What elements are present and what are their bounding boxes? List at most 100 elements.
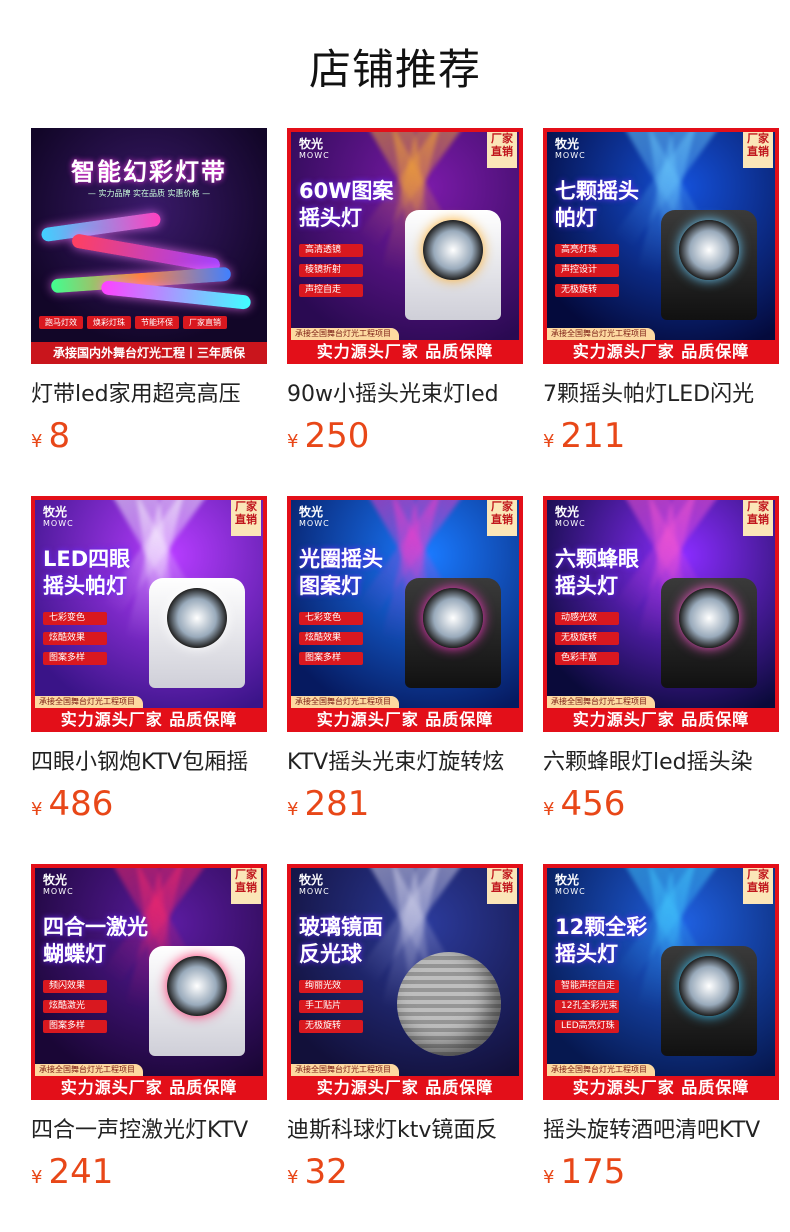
image-subline: — 实力品牌 实在品质 实惠价格 — (87, 189, 211, 198)
feature-tag: 动感光效 (555, 612, 619, 625)
product-card[interactable]: 牧光 MOWC 厂家直销 六颗蜂眼 摇头灯 动感光效 无极旋转 色彩丰富 承接全国舞台灯光工程… (543, 496, 779, 824)
product-image[interactable]: 牧光 MOWC 厂家直销 七颗摇头 帕灯 高亮灯珠 声控设计 无极旋转 承接全国舞台灯光工程项… (543, 128, 779, 364)
brand-logo: 牧光 MOWC (43, 873, 74, 896)
product-price: ¥175 (543, 1152, 779, 1192)
product-card[interactable]: 牧光 MOWC 厂家直销 60W图案 摇头灯 高清透镜 棱镜折射 声控自走 承接全国舞台灯光工… (287, 128, 523, 456)
product-card[interactable]: 牧光 MOWC 厂家直销 七颗摇头 帕灯 高亮灯珠 声控设计 无极旋转 承接全国舞台灯光工程项… (543, 128, 779, 456)
image-product-title: 12颗全彩 摇头灯 (555, 915, 648, 966)
feature-tag: 七彩变色 (43, 612, 107, 625)
feature-tag: 焕彩灯珠 (87, 316, 131, 329)
product-image[interactable]: 牧光 MOWC 厂家直销 12颗全彩 摇头灯 智能声控自走 12孔全彩光束 LED高亮灯珠承… (543, 864, 779, 1100)
product-name[interactable]: 四眼小钢炮KTV包厢摇 (31, 744, 267, 776)
brand-logo: 牧光 MOWC (555, 137, 586, 160)
feature-tag: 炫酷效果 (299, 632, 363, 645)
currency-symbol: ¥ (543, 799, 555, 820)
lens-shape (679, 588, 739, 648)
feature-tag: 声控自走 (299, 284, 363, 297)
feature-tags: 高清透镜棱镜折射声控自走 (299, 244, 363, 304)
product-name[interactable]: 迪斯科球灯ktv镜面反 (287, 1112, 523, 1144)
feature-tag: 图案多样 (299, 652, 363, 665)
product-device-shape (405, 210, 501, 320)
price-value: 486 (48, 784, 114, 824)
product-card[interactable]: 牧光 MOWC 厂家直销 LED四眼 摇头帕灯 七彩变色 炫酷效果 图案多样 承接全国舞台灯光… (31, 496, 267, 824)
lens-shape (423, 220, 483, 280)
feature-tags: 绚丽光效 手工贴片 无极旋转 (299, 980, 363, 1040)
image-product-title: LED四眼 摇头帕灯 (43, 547, 131, 598)
product-card[interactable]: 牧光 MOWC 厂家直销 光圈摇头 图案灯 七彩变色 炫酷效果 图案多样 承接全国舞台灯光工程… (287, 496, 523, 824)
product-name[interactable]: 90w小摇头光束灯led (287, 376, 523, 408)
currency-symbol: ¥ (543, 431, 555, 452)
feature-tags: 跑马灯效 焕彩灯珠 节能环保 厂家直销 (39, 310, 231, 333)
feature-tags: 频闪效果 炫酷激光 图案多样 (43, 980, 107, 1040)
price-value: 175 (560, 1152, 626, 1192)
product-device-shape (661, 578, 757, 688)
image-banner: 实力源头厂家 品质保障 (543, 708, 779, 732)
product-device-shape (397, 952, 501, 1056)
feature-tag: 跑马灯效 (39, 316, 83, 329)
product-name[interactable]: 灯带led家用超亮高压 (31, 376, 267, 408)
image-product-title: 七颗摇头 帕灯 (555, 179, 639, 230)
image-product-title: 六颗蜂眼 摇头灯 (555, 547, 639, 598)
feature-tag: 厂家直销 (183, 316, 227, 329)
product-card[interactable]: 牧光 MOWC 厂家直销 12颗全彩 摇头灯 智能声控自走 12孔全彩光束 LED高亮灯珠承… (543, 864, 779, 1192)
project-banner: 承接全国舞台灯光工程项目 (31, 1064, 143, 1076)
product-card[interactable]: 智能幻彩灯带 — 实力品牌 实在品质 实惠价格 — 跑马灯效 焕彩灯珠 节能环保 厂家直销… (31, 128, 267, 456)
feature-tag: 无极旋转 (555, 632, 619, 645)
product-image[interactable]: 牧光 MOWC 厂家直销 光圈摇头 图案灯 七彩变色 炫酷效果 图案多样 承接全国舞台灯光工程… (287, 496, 523, 732)
product-card[interactable]: 牧光 MOWC 厂家直销 玻璃镜面 反光球 绚丽光效 手工贴片 无极旋转 承接全国舞台灯光工程… (287, 864, 523, 1192)
feature-tag: 棱镜折射 (299, 264, 363, 277)
product-price: ¥211 (543, 416, 779, 456)
product-image[interactable]: 牧光 MOWC 厂家直销 LED四眼 摇头帕灯 七彩变色 炫酷效果 图案多样 承接全国舞台灯光… (31, 496, 267, 732)
product-name[interactable]: KTV摇头光束灯旋转炫 (287, 744, 523, 776)
factory-direct-badge: 厂家直销 (487, 864, 517, 904)
product-image[interactable]: 牧光 MOWC 厂家直销 玻璃镜面 反光球 绚丽光效 手工贴片 无极旋转 承接全国舞台灯光工程… (287, 864, 523, 1100)
feature-tag: LED高亮灯珠 (555, 1020, 619, 1033)
lens-shape (167, 956, 227, 1016)
product-name[interactable]: 7颗摇头帕灯LED闪光 (543, 376, 779, 408)
project-banner: 承接全国舞台灯光工程项目 (543, 328, 655, 340)
feature-tags: 七彩变色 炫酷效果 图案多样 (43, 612, 107, 672)
product-image[interactable]: 牧光 MOWC 厂家直销 四合一激光 蝴蝶灯 频闪效果 炫酷激光 图案多样 承接全国舞台灯光工… (31, 864, 267, 1100)
lens-shape (679, 220, 739, 280)
currency-symbol: ¥ (31, 799, 43, 820)
project-banner: 承接全国舞台灯光工程项目 (31, 696, 143, 708)
product-device-shape (661, 210, 757, 320)
brand-logo: 牧光 MOWC (299, 137, 330, 160)
price-value: 211 (560, 416, 626, 456)
feature-tags: 高亮灯珠 声控设计 无极旋转 (555, 244, 619, 304)
product-card[interactable]: 牧光 MOWC 厂家直销 四合一激光 蝴蝶灯 频闪效果 炫酷激光 图案多样 承接全国舞台灯光工… (31, 864, 267, 1192)
image-product-title: 玻璃镜面 反光球 (299, 915, 383, 966)
lens-shape (167, 588, 227, 648)
product-name[interactable]: 四合一声控激光灯KTV (31, 1112, 267, 1144)
product-name[interactable]: 摇头旋转酒吧清吧KTV (543, 1112, 779, 1144)
product-name[interactable]: 六颗蜂眼灯led摇头染 (543, 744, 779, 776)
feature-tags: 七彩变色 炫酷效果 图案多样 (299, 612, 363, 672)
currency-symbol: ¥ (31, 431, 43, 452)
product-image[interactable]: 智能幻彩灯带 — 实力品牌 实在品质 实惠价格 — 跑马灯效 焕彩灯珠 节能环保 厂家直销… (31, 128, 267, 364)
feature-tag: 色彩丰富 (555, 652, 619, 665)
lens-shape (423, 588, 483, 648)
product-image[interactable]: 牧光 MOWC 厂家直销 60W图案 摇头灯 高清透镜 棱镜折射 声控自走 承接全国舞台灯光工… (287, 128, 523, 364)
image-product-title: 光圈摇头 图案灯 (299, 547, 383, 598)
product-price: ¥241 (31, 1152, 267, 1192)
project-banner: 承接全国舞台灯光工程项目 (543, 696, 655, 708)
image-banner: 承接国内外舞台灯光工程丨三年质保 (31, 342, 267, 364)
feature-tag: 图案多样 (43, 1020, 107, 1033)
lens-shape (679, 956, 739, 1016)
price-value: 456 (560, 784, 626, 824)
product-image[interactable]: 牧光 MOWC 厂家直销 六颗蜂眼 摇头灯 动感光效 无极旋转 色彩丰富 承接全国舞台灯光工程… (543, 496, 779, 732)
feature-tag: 图案多样 (43, 652, 107, 665)
feature-tag: 高清透镜 (299, 244, 363, 257)
feature-tag: 绚丽光效 (299, 980, 363, 993)
factory-direct-badge: 厂家直销 (231, 496, 261, 536)
image-banner: 实力源头厂家 品质保障 (543, 1076, 779, 1100)
feature-tag: 高亮灯珠 (555, 244, 619, 257)
feature-tags: 动感光效无极旋转色彩丰富 (555, 612, 619, 672)
image-banner: 实力源头厂家 品质保障 (287, 708, 523, 732)
feature-tag: 无极旋转 (299, 1020, 363, 1033)
feature-tag: 节能环保 (135, 316, 179, 329)
product-price: ¥250 (287, 416, 523, 456)
factory-direct-badge: 厂家直销 (743, 496, 773, 536)
project-banner: 承接全国舞台灯光工程项目 (287, 1064, 399, 1076)
currency-symbol: ¥ (31, 1167, 43, 1188)
